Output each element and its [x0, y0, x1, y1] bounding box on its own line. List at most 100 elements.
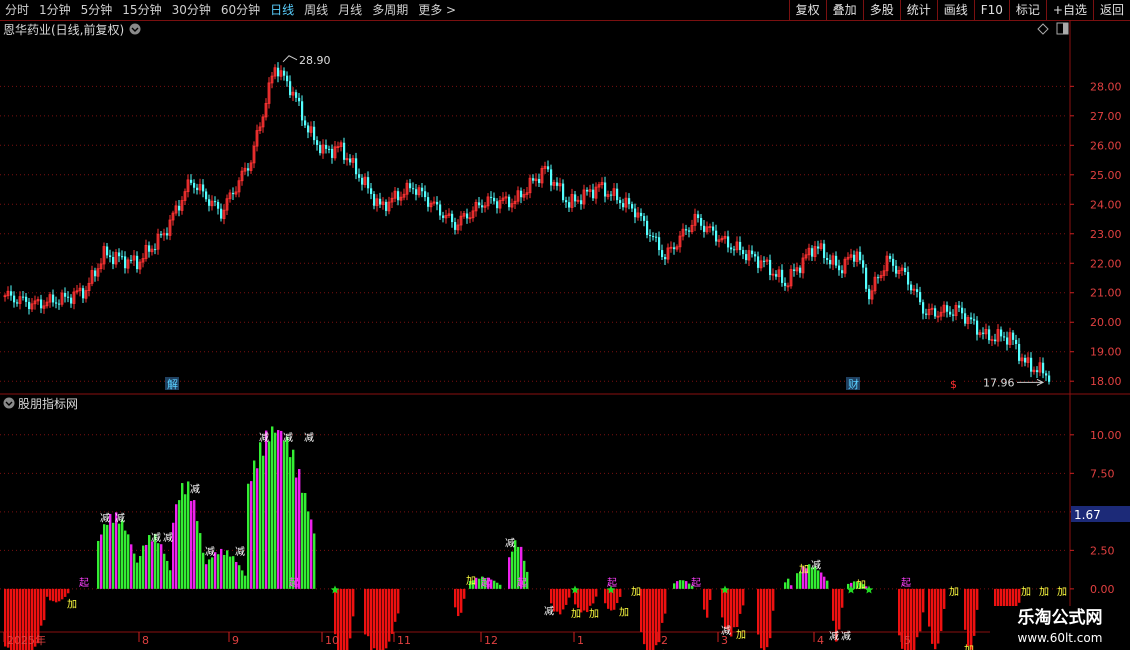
- panel-toggle-icon[interactable]: [1056, 22, 1069, 35]
- indicator-bar[interactable]: [286, 436, 289, 589]
- indicator-bar[interactable]: [661, 588, 664, 623]
- toolbar-button[interactable]: F10: [973, 0, 1009, 20]
- candle-body[interactable]: [343, 142, 346, 160]
- candle-body[interactable]: [214, 201, 217, 203]
- indicator-bar[interactable]: [604, 588, 607, 604]
- indicator-bar[interactable]: [499, 584, 502, 589]
- candle-body[interactable]: [166, 233, 169, 236]
- candle-body[interactable]: [946, 305, 949, 312]
- candle-body[interactable]: [664, 257, 667, 260]
- indicator-bar[interactable]: [367, 588, 370, 637]
- candle-body[interactable]: [634, 208, 637, 218]
- indicator-bar[interactable]: [169, 570, 172, 589]
- indicator-collapse-icon[interactable]: [3, 397, 15, 409]
- candle-body[interactable]: [730, 247, 733, 250]
- indicator-bar[interactable]: [211, 557, 214, 589]
- candle-body[interactable]: [889, 256, 892, 259]
- candle-body[interactable]: [673, 247, 676, 250]
- candle-body[interactable]: [739, 241, 742, 251]
- indicator-bar[interactable]: [613, 588, 616, 610]
- indicator-bar[interactable]: [160, 544, 163, 589]
- candle-body[interactable]: [841, 270, 844, 274]
- indicator-bar[interactable]: [109, 513, 112, 589]
- indicator-bar[interactable]: [721, 588, 724, 618]
- indicator-bar[interactable]: [58, 588, 61, 602]
- indicator-bar[interactable]: [118, 523, 121, 589]
- candle-body[interactable]: [349, 158, 352, 163]
- candle-body[interactable]: [1045, 373, 1048, 376]
- indicator-bar[interactable]: [145, 544, 148, 589]
- period-tab[interactable]: 日线: [265, 0, 299, 20]
- candle-body[interactable]: [970, 317, 973, 320]
- period-tab[interactable]: 更多 >: [413, 0, 461, 20]
- candle-body[interactable]: [397, 191, 400, 201]
- candle-body[interactable]: [454, 222, 457, 230]
- candle-body[interactable]: [520, 190, 523, 198]
- indicator-bar[interactable]: [655, 588, 658, 646]
- event-marker[interactable]: $: [950, 378, 957, 391]
- indicator-bar[interactable]: [217, 554, 220, 589]
- candle-body[interactable]: [580, 200, 583, 205]
- candle-body[interactable]: [727, 236, 730, 248]
- candle-body[interactable]: [742, 250, 745, 255]
- indicator-bar[interactable]: [181, 483, 184, 589]
- indicator-bar[interactable]: [250, 481, 253, 589]
- indicator-bar[interactable]: [49, 588, 52, 601]
- indicator-bar[interactable]: [937, 588, 940, 644]
- candle-body[interactable]: [304, 120, 307, 126]
- candle-body[interactable]: [655, 236, 658, 238]
- indicator-bar[interactable]: [760, 588, 763, 649]
- candle-body[interactable]: [25, 296, 28, 302]
- candle-body[interactable]: [1000, 329, 1003, 337]
- indicator-bar[interactable]: [823, 576, 826, 589]
- indicator-bar[interactable]: [241, 570, 244, 589]
- candle-body[interactable]: [892, 258, 895, 266]
- indicator-bar[interactable]: [463, 588, 466, 599]
- indicator-bar[interactable]: [283, 440, 286, 589]
- indicator-bar[interactable]: [763, 588, 766, 650]
- indicator-bar[interactable]: [295, 477, 298, 589]
- candle-body[interactable]: [1006, 337, 1009, 345]
- candle-body[interactable]: [358, 174, 361, 178]
- period-tab[interactable]: 60分钟: [216, 0, 265, 20]
- indicator-bar[interactable]: [244, 575, 247, 589]
- candle-body[interactable]: [508, 196, 511, 208]
- candle-body[interactable]: [217, 202, 220, 209]
- indicator-bar[interactable]: [289, 457, 292, 589]
- candle-body[interactable]: [838, 265, 841, 271]
- indicator-bar[interactable]: [727, 588, 730, 630]
- candle-body[interactable]: [373, 194, 376, 206]
- indicator-bar[interactable]: [178, 500, 181, 589]
- indicator-bar[interactable]: [577, 588, 580, 608]
- indicator-bar[interactable]: [106, 524, 109, 589]
- indicator-bar[interactable]: [43, 588, 46, 621]
- period-tab[interactable]: 分时: [0, 0, 34, 20]
- indicator-bar[interactable]: [307, 511, 310, 589]
- candle-body[interactable]: [442, 215, 445, 218]
- candle-body[interactable]: [562, 183, 565, 201]
- candle-body[interactable]: [556, 182, 559, 186]
- candle-body[interactable]: [136, 255, 139, 270]
- indicator-bar[interactable]: [619, 588, 622, 597]
- indicator-bar[interactable]: [583, 588, 586, 611]
- candle-body[interactable]: [550, 169, 553, 186]
- toolbar-button[interactable]: 标记: [1008, 0, 1046, 20]
- indicator-bar[interactable]: [457, 588, 460, 617]
- candle-body[interactable]: [757, 256, 760, 268]
- indicator-bar[interactable]: [193, 500, 196, 589]
- indicator-bar[interactable]: [343, 588, 346, 650]
- candle-body[interactable]: [610, 194, 613, 196]
- indicator-bar[interactable]: [832, 588, 835, 621]
- toolbar-button[interactable]: 统计: [899, 0, 937, 20]
- candle-body[interactable]: [307, 125, 310, 133]
- candle-body[interactable]: [490, 196, 493, 198]
- candle-body[interactable]: [622, 203, 625, 208]
- title-dropdown-icon[interactable]: [129, 23, 141, 35]
- indicator-bar[interactable]: [556, 588, 559, 612]
- indicator-bar[interactable]: [385, 588, 388, 649]
- indicator-bar[interactable]: [280, 430, 283, 589]
- candle-body[interactable]: [1036, 370, 1039, 373]
- candlesticks[interactable]: [3, 62, 1051, 385]
- indicator-bar[interactable]: [838, 588, 841, 630]
- indicator-bar[interactable]: [592, 588, 595, 604]
